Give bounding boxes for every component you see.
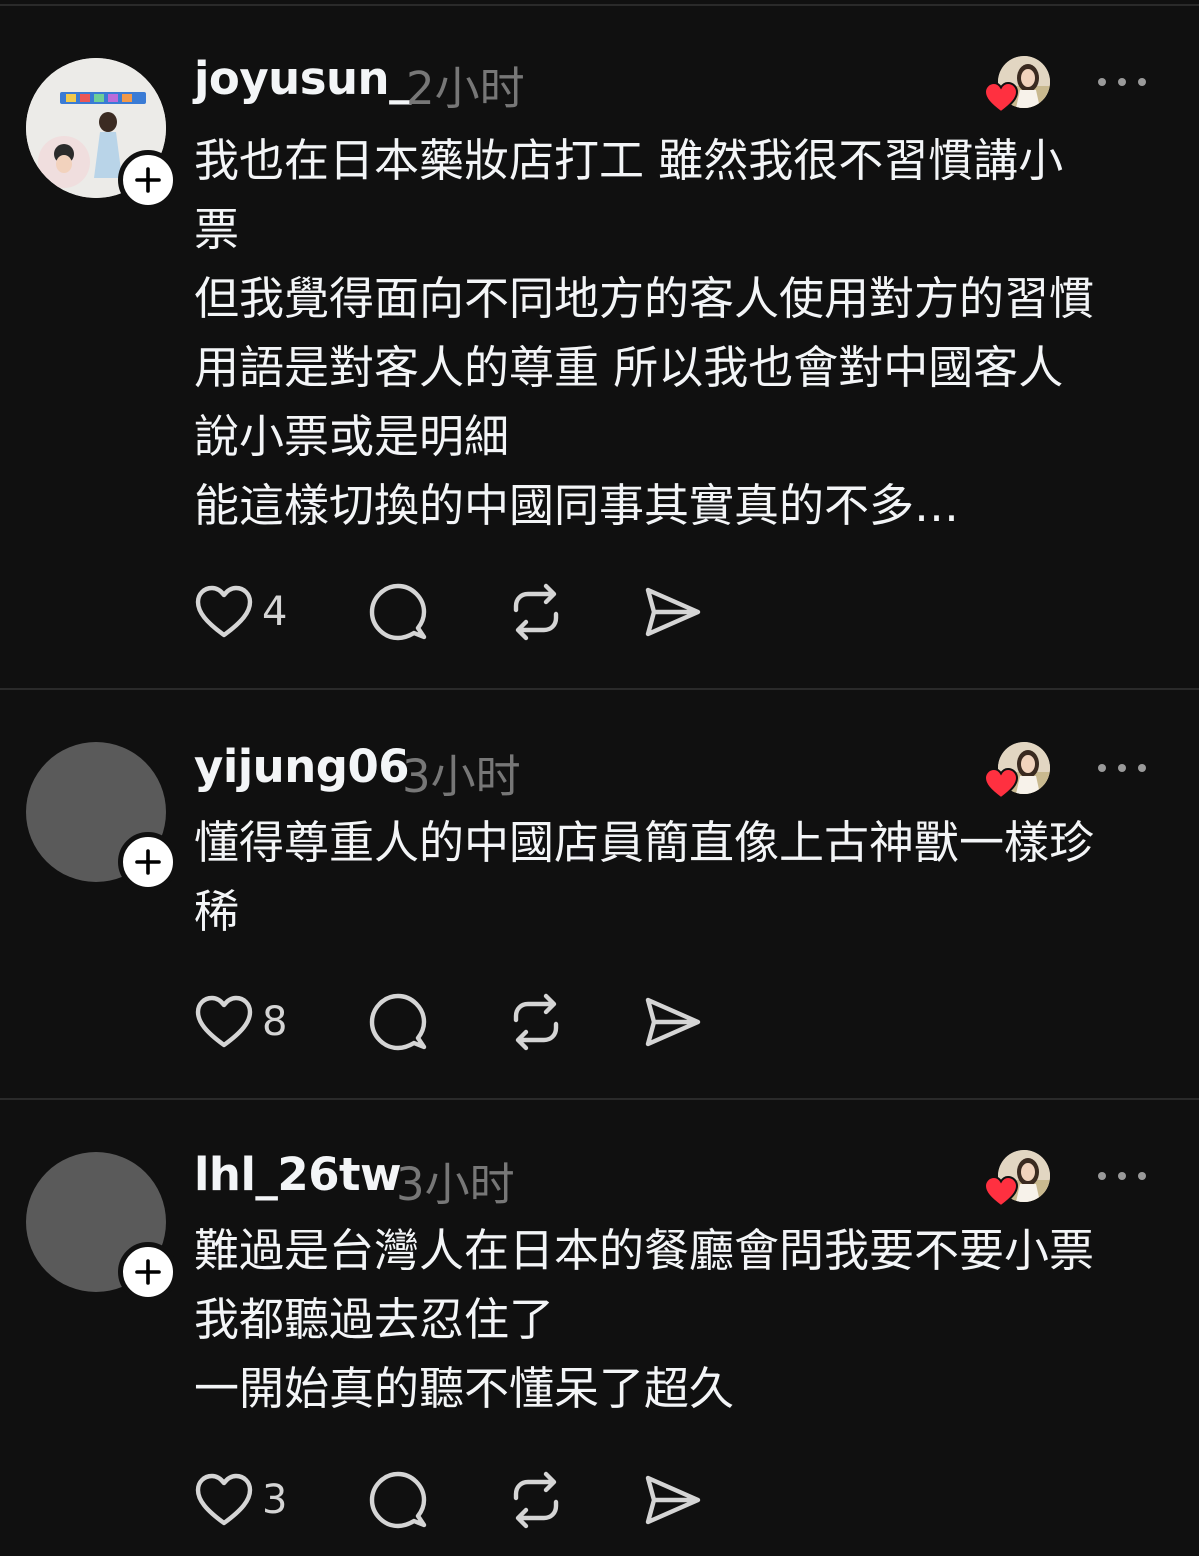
comment-button[interactable] — [368, 1470, 428, 1530]
liked-by-author — [984, 742, 1054, 802]
post-divider — [0, 688, 1199, 690]
like-button[interactable]: 3 — [194, 1470, 287, 1530]
follow-button[interactable] — [118, 1242, 178, 1302]
paper-plane-icon — [645, 1475, 701, 1525]
comment-button[interactable] — [368, 582, 428, 642]
plus-icon — [135, 167, 161, 193]
comment-button[interactable] — [368, 992, 428, 1052]
liked-by-author — [984, 1150, 1054, 1210]
post-text-line: 但我覺得面向不同地方的客人使用對方的習慣 — [194, 272, 1095, 325]
red-heart-icon — [984, 768, 1018, 800]
follow-button[interactable] — [118, 832, 178, 892]
red-heart-icon — [984, 82, 1018, 114]
like-button[interactable]: 4 — [194, 582, 287, 642]
post-text: 懂得尊重人的中國店員簡直像上古神獸一樣珍 稀 — [194, 808, 1169, 946]
like-count: 3 — [262, 1477, 288, 1523]
paper-plane-icon — [645, 587, 701, 637]
share-button[interactable] — [642, 992, 702, 1052]
share-button[interactable] — [642, 582, 702, 642]
like-count: 8 — [262, 999, 288, 1045]
post-text-line: 能這樣切換的中國同事其實真的不多… — [194, 479, 960, 532]
heart-outline-icon — [195, 1473, 253, 1526]
timestamp: 3小时 — [396, 1158, 515, 1211]
post-text-line: 難過是台灣人在日本的餐廳會問我要不要小票 — [194, 1224, 1095, 1277]
repost-button[interactable] — [506, 1470, 566, 1530]
post-text: 我也在日本藥妝店打工 雖然我很不習慣講小 票 但我覺得面向不同地方的客人使用對方… — [194, 126, 1169, 540]
paper-plane-icon — [645, 997, 701, 1047]
repost-arrows-icon — [513, 583, 559, 641]
speech-bubble-icon — [369, 583, 427, 641]
liked-by-author — [984, 56, 1054, 116]
plus-icon — [135, 849, 161, 875]
username[interactable]: lhl_26tw — [194, 1148, 402, 1201]
timestamp: 3小时 — [402, 750, 521, 803]
post-text-line: 稀 — [194, 885, 240, 938]
heart-outline-icon — [195, 995, 253, 1048]
post-text-line: 懂得尊重人的中國店員簡直像上古神獸一樣珍 — [194, 816, 1095, 869]
timestamp: 2小时 — [406, 62, 525, 115]
like-button[interactable]: 8 — [194, 992, 287, 1052]
follow-button[interactable] — [118, 150, 178, 210]
speech-bubble-icon — [369, 1471, 427, 1529]
repost-button[interactable] — [506, 582, 566, 642]
more-options-button[interactable] — [1098, 1166, 1146, 1186]
post-divider — [0, 1098, 1199, 1100]
post-text: 難過是台灣人在日本的餐廳會問我要不要小票 我都聽過去忍住了 一開始真的聽不懂呆了… — [194, 1216, 1169, 1423]
red-heart-icon — [984, 1176, 1018, 1208]
post-text-line: 說小票或是明細 — [194, 410, 510, 463]
top-divider — [0, 4, 1199, 6]
post-text-line: 我也在日本藥妝店打工 雖然我很不習慣講小 — [194, 134, 1064, 187]
heart-outline-icon — [195, 585, 253, 638]
more-options-button[interactable] — [1098, 758, 1146, 778]
post-text-line: 用語是對客人的尊重 所以我也會對中國客人 — [194, 341, 1064, 394]
speech-bubble-icon — [369, 993, 427, 1051]
like-count: 4 — [262, 589, 288, 635]
post-text-line: 票 — [194, 203, 240, 256]
repost-arrows-icon — [513, 993, 559, 1051]
username[interactable]: yijung06 — [194, 740, 410, 793]
post-text-line: 一開始真的聽不懂呆了超久 — [194, 1362, 735, 1415]
plus-icon — [135, 1259, 161, 1285]
username[interactable]: joyusun_ — [194, 52, 412, 105]
repost-arrows-icon — [513, 1471, 559, 1529]
repost-button[interactable] — [506, 992, 566, 1052]
post-text-line: 我都聽過去忍住了 — [194, 1293, 555, 1346]
share-button[interactable] — [642, 1470, 702, 1530]
more-options-button[interactable] — [1098, 72, 1146, 92]
